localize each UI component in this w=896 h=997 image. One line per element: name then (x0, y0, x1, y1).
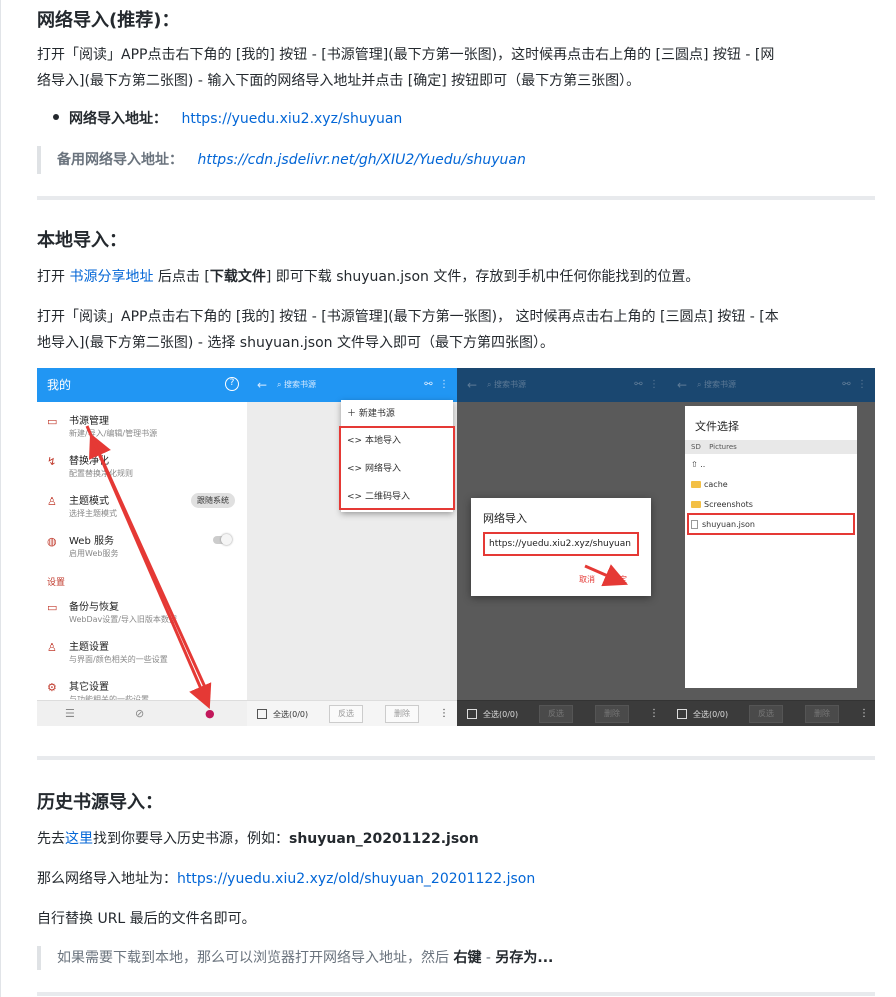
batch-bar: 全选(0/0) 反选 删除 ⋮ (247, 700, 457, 726)
settings-section-label: 设置 (47, 578, 66, 588)
dimmed-toolbar: ← ⌕ 搜索书源 ⚯ ⋮ (667, 368, 875, 402)
web-service-toggle[interactable] (213, 534, 232, 545)
my-page-title-bar: 我的 ? (37, 368, 247, 402)
invert-button: 反选 (749, 705, 783, 723)
batch-bar: 全选(0/0) 反选 删除 ⋮ (457, 700, 667, 726)
folder-icon (691, 481, 701, 488)
source-share-link[interactable]: 书源分享地址 (69, 269, 153, 285)
more-vert-icon: ⋮ (649, 708, 659, 719)
path-tab-sd[interactable]: SD (691, 443, 701, 451)
folder-icon (691, 501, 701, 508)
my-icon[interactable]: ● (205, 707, 215, 720)
article: 网络导入(推荐)： 打开「阅读」APP点击右下角的 [我的] 按钮 - [书源管… (0, 0, 896, 997)
network-import-screen: ← ⌕ 搜索书源 ⚯ ⋮ 网络导入 https://yuedu.xiu2.xyz… (457, 368, 667, 726)
share-icon[interactable]: ⚯ (424, 379, 432, 390)
menu-item-backup[interactable]: ▭ 备份与恢复 WebDav设置/导入旧版本数据 (37, 592, 247, 630)
source-manage-screen: ← ⌕ 搜索书源 ⚯ ⋮ ＋ 新建书源 <> 本地导入 <> 网络导入 <> 二… (247, 368, 457, 726)
local-import-download-text: 打开 书源分享地址 后点击 [下载文件] 即可下载 shuyuan.json 文… (37, 269, 700, 285)
network-import-instructions: 打开「阅读」APP点击右下角的 [我的] 按钮 - [书源管理](最下方第一张图… (37, 47, 775, 89)
delete-button: 删除 (805, 705, 839, 723)
import-url-input[interactable]: https://yuedu.xiu2.xyz/shuyuan (483, 532, 639, 556)
more-vert-icon[interactable]: ⋮ (439, 379, 449, 390)
source-manage-toolbar: ← ⌕ 搜索书源 ⚯ ⋮ (247, 368, 457, 402)
menu-new-source[interactable]: ＋ 新建书源 (347, 406, 395, 419)
select-all-checkbox (677, 709, 687, 719)
history-url-link[interactable]: https://yuedu.xiu2.xyz/old/shuyuan_20201… (177, 871, 535, 887)
backup-url-link[interactable]: https://cdn.jsdelivr.net/gh/XIU2/Yuedu/s… (197, 152, 525, 168)
heading-local-import: 本地导入： (37, 230, 127, 251)
divider (37, 196, 875, 200)
network-import-url-link[interactable]: https://yuedu.xiu2.xyz/shuyuan (181, 111, 402, 127)
my-page-screen: 我的 ? ▭ 书源管理 新建/导入/编辑/管理书源 ↯ 替换净化 配置替换净化规… (37, 368, 247, 726)
settings-icon: ⚙ (47, 681, 57, 694)
invert-button[interactable]: 反选 (329, 705, 363, 723)
more-vert-icon[interactable]: ⋮ (439, 708, 449, 719)
bottom-nav: ☰ ⊘ ● (37, 700, 247, 726)
invert-button: 反选 (539, 705, 573, 723)
menu-item-web-service[interactable]: ◍ Web 服务 启用Web服务 (37, 526, 247, 564)
delete-button: 删除 (595, 705, 629, 723)
shirt-icon: ♙ (47, 641, 57, 654)
download-tip-quote: 如果需要下载到本地，那么可以浏览器打开网络导入地址，然后 右键 - 另存为... (37, 946, 553, 970)
heading-network-import: 网络导入(推荐)： (37, 10, 180, 31)
search-box[interactable]: ⌕ 搜索书源 (277, 378, 316, 392)
path-tabs: SD Pictures (685, 440, 857, 454)
batch-bar: 全选(0/0) 反选 删除 ⋮ (667, 700, 875, 726)
menu-item-replace[interactable]: ↯ 替换净化 配置替换净化规则 (37, 446, 247, 484)
file-chooser: 文件选择 SD Pictures ⇧ .. cache Screenshots … (685, 406, 857, 688)
book-icon: ▭ (47, 415, 58, 428)
dimmed-toolbar: ← ⌕ 搜索书源 ⚯ ⋮ (457, 368, 667, 402)
toolbar-actions: ⚯ ⋮ (842, 379, 867, 390)
toolbar-actions: ⚯ ⋮ (634, 379, 659, 390)
highlight-box (339, 426, 455, 510)
bullet-dot (53, 114, 59, 120)
shirt-icon: ♙ (47, 495, 57, 508)
network-import-dialog: 网络导入 https://yuedu.xiu2.xyz/shuyuan 取消 确… (471, 498, 651, 596)
up-folder-icon: ⇧ (691, 460, 698, 469)
highlight-box (687, 513, 855, 535)
toolbar-actions: ⚯ ⋮ (424, 368, 449, 402)
replace-icon: ↯ (47, 455, 57, 468)
history-import-replace-text: 自行替换 URL 最后的文件名即可。 (37, 911, 256, 927)
divider (37, 756, 875, 760)
menu-item-theme-settings[interactable]: ♙ 主题设置 与界面/颜色相关的一些设置 (37, 632, 247, 670)
local-import-instructions: 打开「阅读」APP点击右下角的 [我的] 按钮 - [书源管理](最下方第一张图… (37, 309, 779, 351)
history-here-link[interactable]: 这里 (65, 831, 93, 847)
delete-button[interactable]: 删除 (385, 705, 419, 723)
search-box: ⌕ 搜索书源 (697, 380, 737, 389)
back-arrow-icon[interactable]: ← (257, 368, 267, 402)
backup-address-quote: 备用网络导入地址： https://cdn.jsdelivr.net/gh/XI… (37, 146, 526, 174)
menu-item-source-manage[interactable]: ▭ 书源管理 新建/导入/编辑/管理书源 (37, 406, 247, 444)
back-arrow-icon: ← (467, 378, 478, 392)
file-row-cache[interactable]: cache (691, 480, 728, 489)
history-import-find-text: 先去这里找到你要导入历史书源，例如：shuyuan_20201122.json (37, 831, 479, 847)
divider (37, 992, 875, 996)
more-vert-icon: ⋮ (859, 708, 869, 719)
discover-icon[interactable]: ⊘ (135, 707, 144, 720)
app-screenshots: 我的 ? ▭ 书源管理 新建/导入/编辑/管理书源 ↯ 替换净化 配置替换净化规… (37, 368, 875, 726)
search-icon: ⌕ (487, 380, 492, 389)
path-tab-pictures[interactable]: Pictures (709, 443, 737, 451)
theme-mode-chip[interactable]: 跟随系统 (191, 493, 235, 508)
search-box: ⌕ 搜索书源 (487, 380, 527, 389)
file-row-parent[interactable]: ⇧ .. (691, 460, 705, 469)
select-all-checkbox (467, 709, 477, 719)
network-import-address-item: 网络导入地址： https://yuedu.xiu2.xyz/shuyuan (53, 108, 402, 130)
folder-icon: ▭ (47, 601, 58, 614)
ok-button[interactable]: 确定 (611, 574, 627, 585)
help-icon[interactable]: ? (225, 377, 239, 391)
history-import-url-text: 那么网络导入地址为：https://yuedu.xiu2.xyz/old/shu… (37, 871, 536, 887)
globe-icon: ◍ (47, 535, 57, 548)
select-all-checkbox[interactable] (257, 709, 267, 719)
cancel-button[interactable]: 取消 (579, 574, 595, 585)
bookshelf-icon[interactable]: ☰ (65, 707, 75, 720)
file-row-screenshots[interactable]: Screenshots (691, 500, 753, 509)
search-icon: ⌕ (277, 380, 282, 389)
back-arrow-icon: ← (677, 378, 688, 392)
file-select-screen: ← ⌕ 搜索书源 ⚯ ⋮ 文件选择 SD Pictures ⇧ .. cache… (667, 368, 875, 726)
search-icon: ⌕ (697, 380, 702, 389)
heading-history-import: 历史书源导入： (37, 792, 163, 813)
